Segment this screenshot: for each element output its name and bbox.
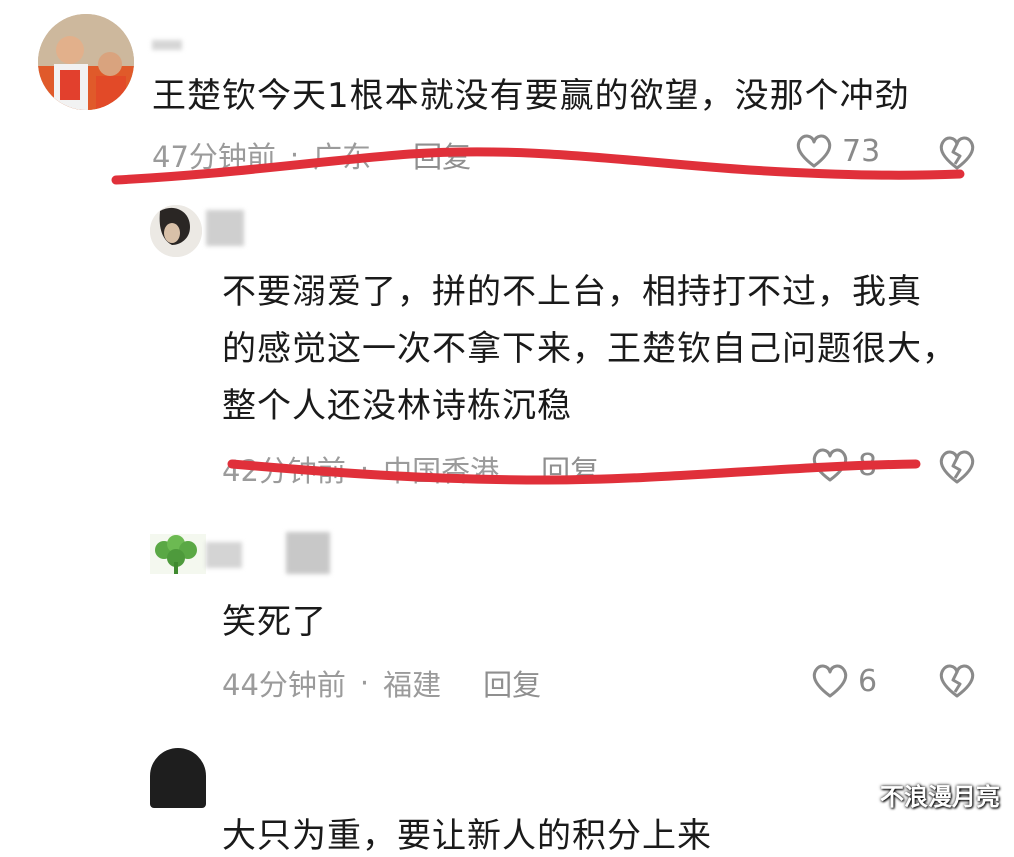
comment-time: 44分钟前 xyxy=(222,668,346,702)
heart-icon xyxy=(796,134,832,168)
comment-text: 王楚钦今天1根本就没有要赢的欲望，没那个冲劲 xyxy=(152,76,910,116)
username-hidden[interactable] xyxy=(206,542,242,568)
comment-meta: 44分钟前 · 福建 回复 xyxy=(222,662,541,704)
meta-separator: · xyxy=(289,138,300,172)
reply-button[interactable]: 回复 xyxy=(483,662,541,704)
like-button[interactable]: 6 xyxy=(810,662,877,700)
heart-icon xyxy=(812,448,848,482)
meta-separator: · xyxy=(359,452,370,486)
comment-text: 不要溺爱了，拼的不上台，相持打不过，我真 的感觉这一次不拿下来，王楚钦自己问题很… xyxy=(222,272,957,426)
avatar[interactable] xyxy=(150,748,206,808)
comment-meta: 47分钟前 · 广东 回复 xyxy=(152,134,471,176)
comment-time: 47分钟前 xyxy=(152,140,276,174)
username-hidden[interactable] xyxy=(206,210,244,246)
avatar[interactable] xyxy=(150,534,206,574)
watermark: 不浪漫月亮 xyxy=(880,783,1000,811)
comment-time: 42分钟前 xyxy=(222,454,346,488)
broken-heart-icon xyxy=(939,664,975,698)
reply-button[interactable]: 回复 xyxy=(541,448,599,490)
dislike-button[interactable] xyxy=(937,134,977,176)
username-hidden[interactable] xyxy=(152,40,182,50)
clover-avatar-image xyxy=(150,534,206,574)
comment-location: 广东 xyxy=(313,140,372,174)
like-count: 6 xyxy=(858,663,878,699)
dislike-button[interactable] xyxy=(937,448,977,490)
avatar[interactable] xyxy=(150,205,202,257)
reply-button[interactable]: 回复 xyxy=(413,134,471,176)
broken-heart-icon xyxy=(939,136,975,170)
avatar[interactable] xyxy=(38,14,134,110)
comment-text: 笑死了 xyxy=(222,602,327,642)
avatar-image xyxy=(150,205,202,257)
comment-location: 中国香港 xyxy=(383,454,500,488)
avatar-image xyxy=(38,14,134,110)
comment-meta: 42分钟前 · 中国香港 回复 xyxy=(222,448,599,490)
dislike-button[interactable] xyxy=(937,662,977,704)
like-count: 73 xyxy=(842,133,881,169)
comment-text-partial: 大只为重，要让新人的积分上来 xyxy=(222,816,712,856)
meta-separator: · xyxy=(359,666,370,700)
like-count: 8 xyxy=(858,447,878,483)
like-button[interactable]: 8 xyxy=(810,446,877,484)
broken-heart-icon xyxy=(939,450,975,484)
heart-icon xyxy=(812,664,848,698)
username-hidden[interactable] xyxy=(286,532,330,574)
like-button[interactable]: 73 xyxy=(794,132,880,170)
comment-location: 福建 xyxy=(383,668,442,702)
